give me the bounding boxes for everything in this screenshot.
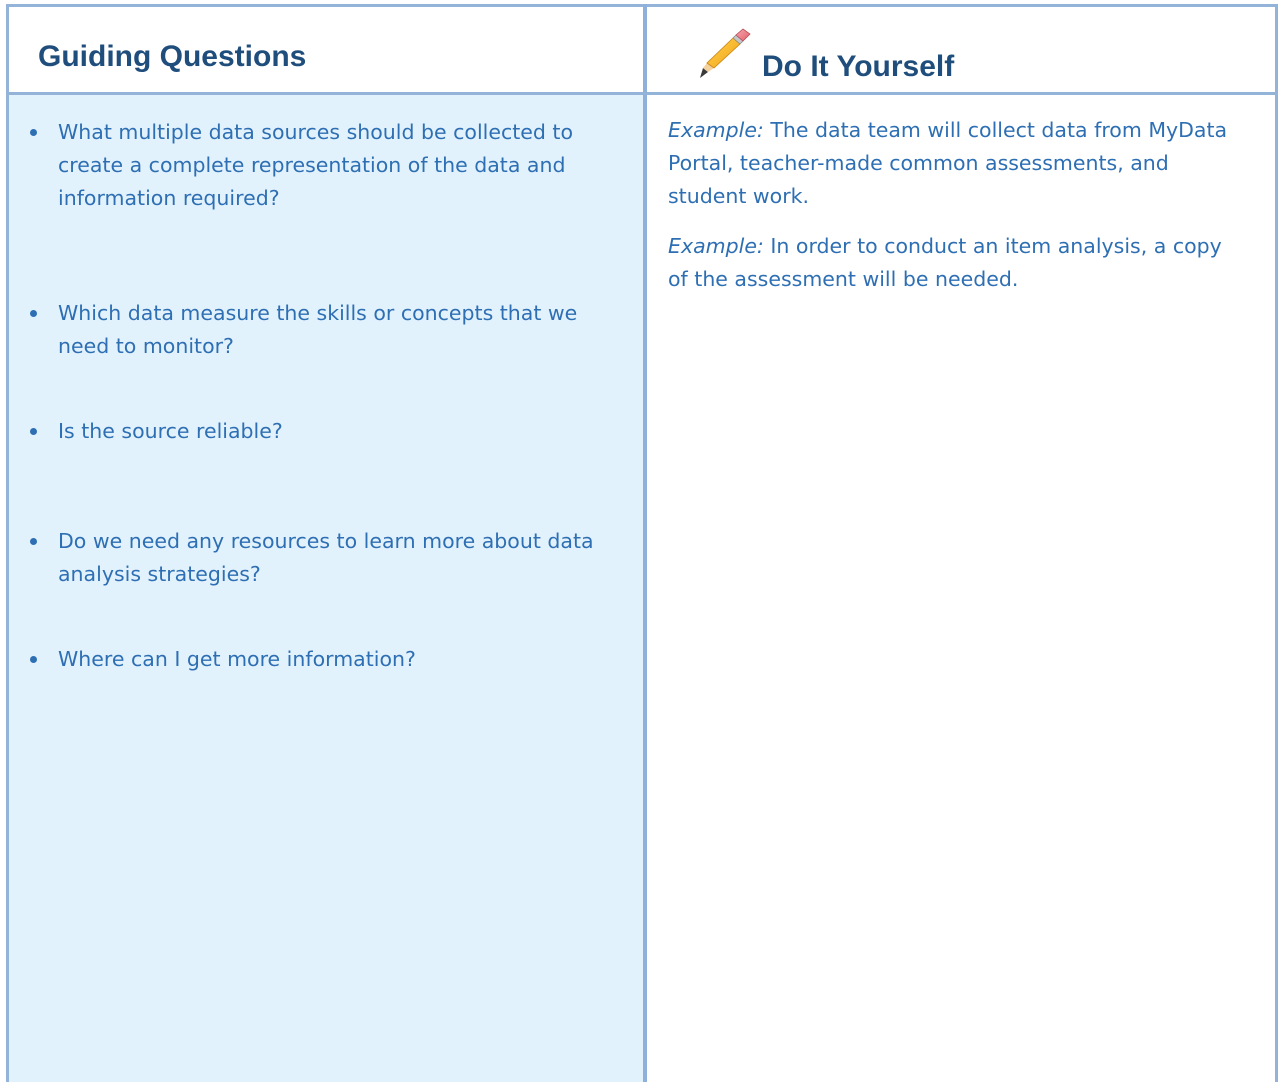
question-text: What multiple data sources should be col… xyxy=(58,120,573,210)
question-text: Is the source reliable? xyxy=(58,419,283,443)
bullet-icon xyxy=(30,129,37,136)
column-divider xyxy=(643,4,647,1082)
example-label: Example: xyxy=(668,234,764,258)
pencil-icon xyxy=(700,28,751,78)
example-1: Example: The data team will collect data… xyxy=(668,114,1238,213)
bullet-icon xyxy=(30,656,37,663)
page: Guiding Questions Do It Yourself What mu… xyxy=(0,0,1281,1082)
question-text: Where can I get more information? xyxy=(58,647,416,671)
example-2: Example: In order to conduct an item ana… xyxy=(668,230,1238,296)
do-it-yourself-title: Do It Yourself xyxy=(762,50,955,83)
question-text: Which data measure the skills or concept… xyxy=(58,301,578,358)
header-divider xyxy=(6,92,1278,95)
example-label: Example: xyxy=(668,118,764,142)
bullet-icon xyxy=(30,428,37,435)
question-text: Do we need any resources to learn more a… xyxy=(58,529,594,586)
bullet-icon xyxy=(30,538,37,545)
bullet-icon xyxy=(30,310,37,317)
guiding-questions-title: Guiding Questions xyxy=(38,40,307,73)
